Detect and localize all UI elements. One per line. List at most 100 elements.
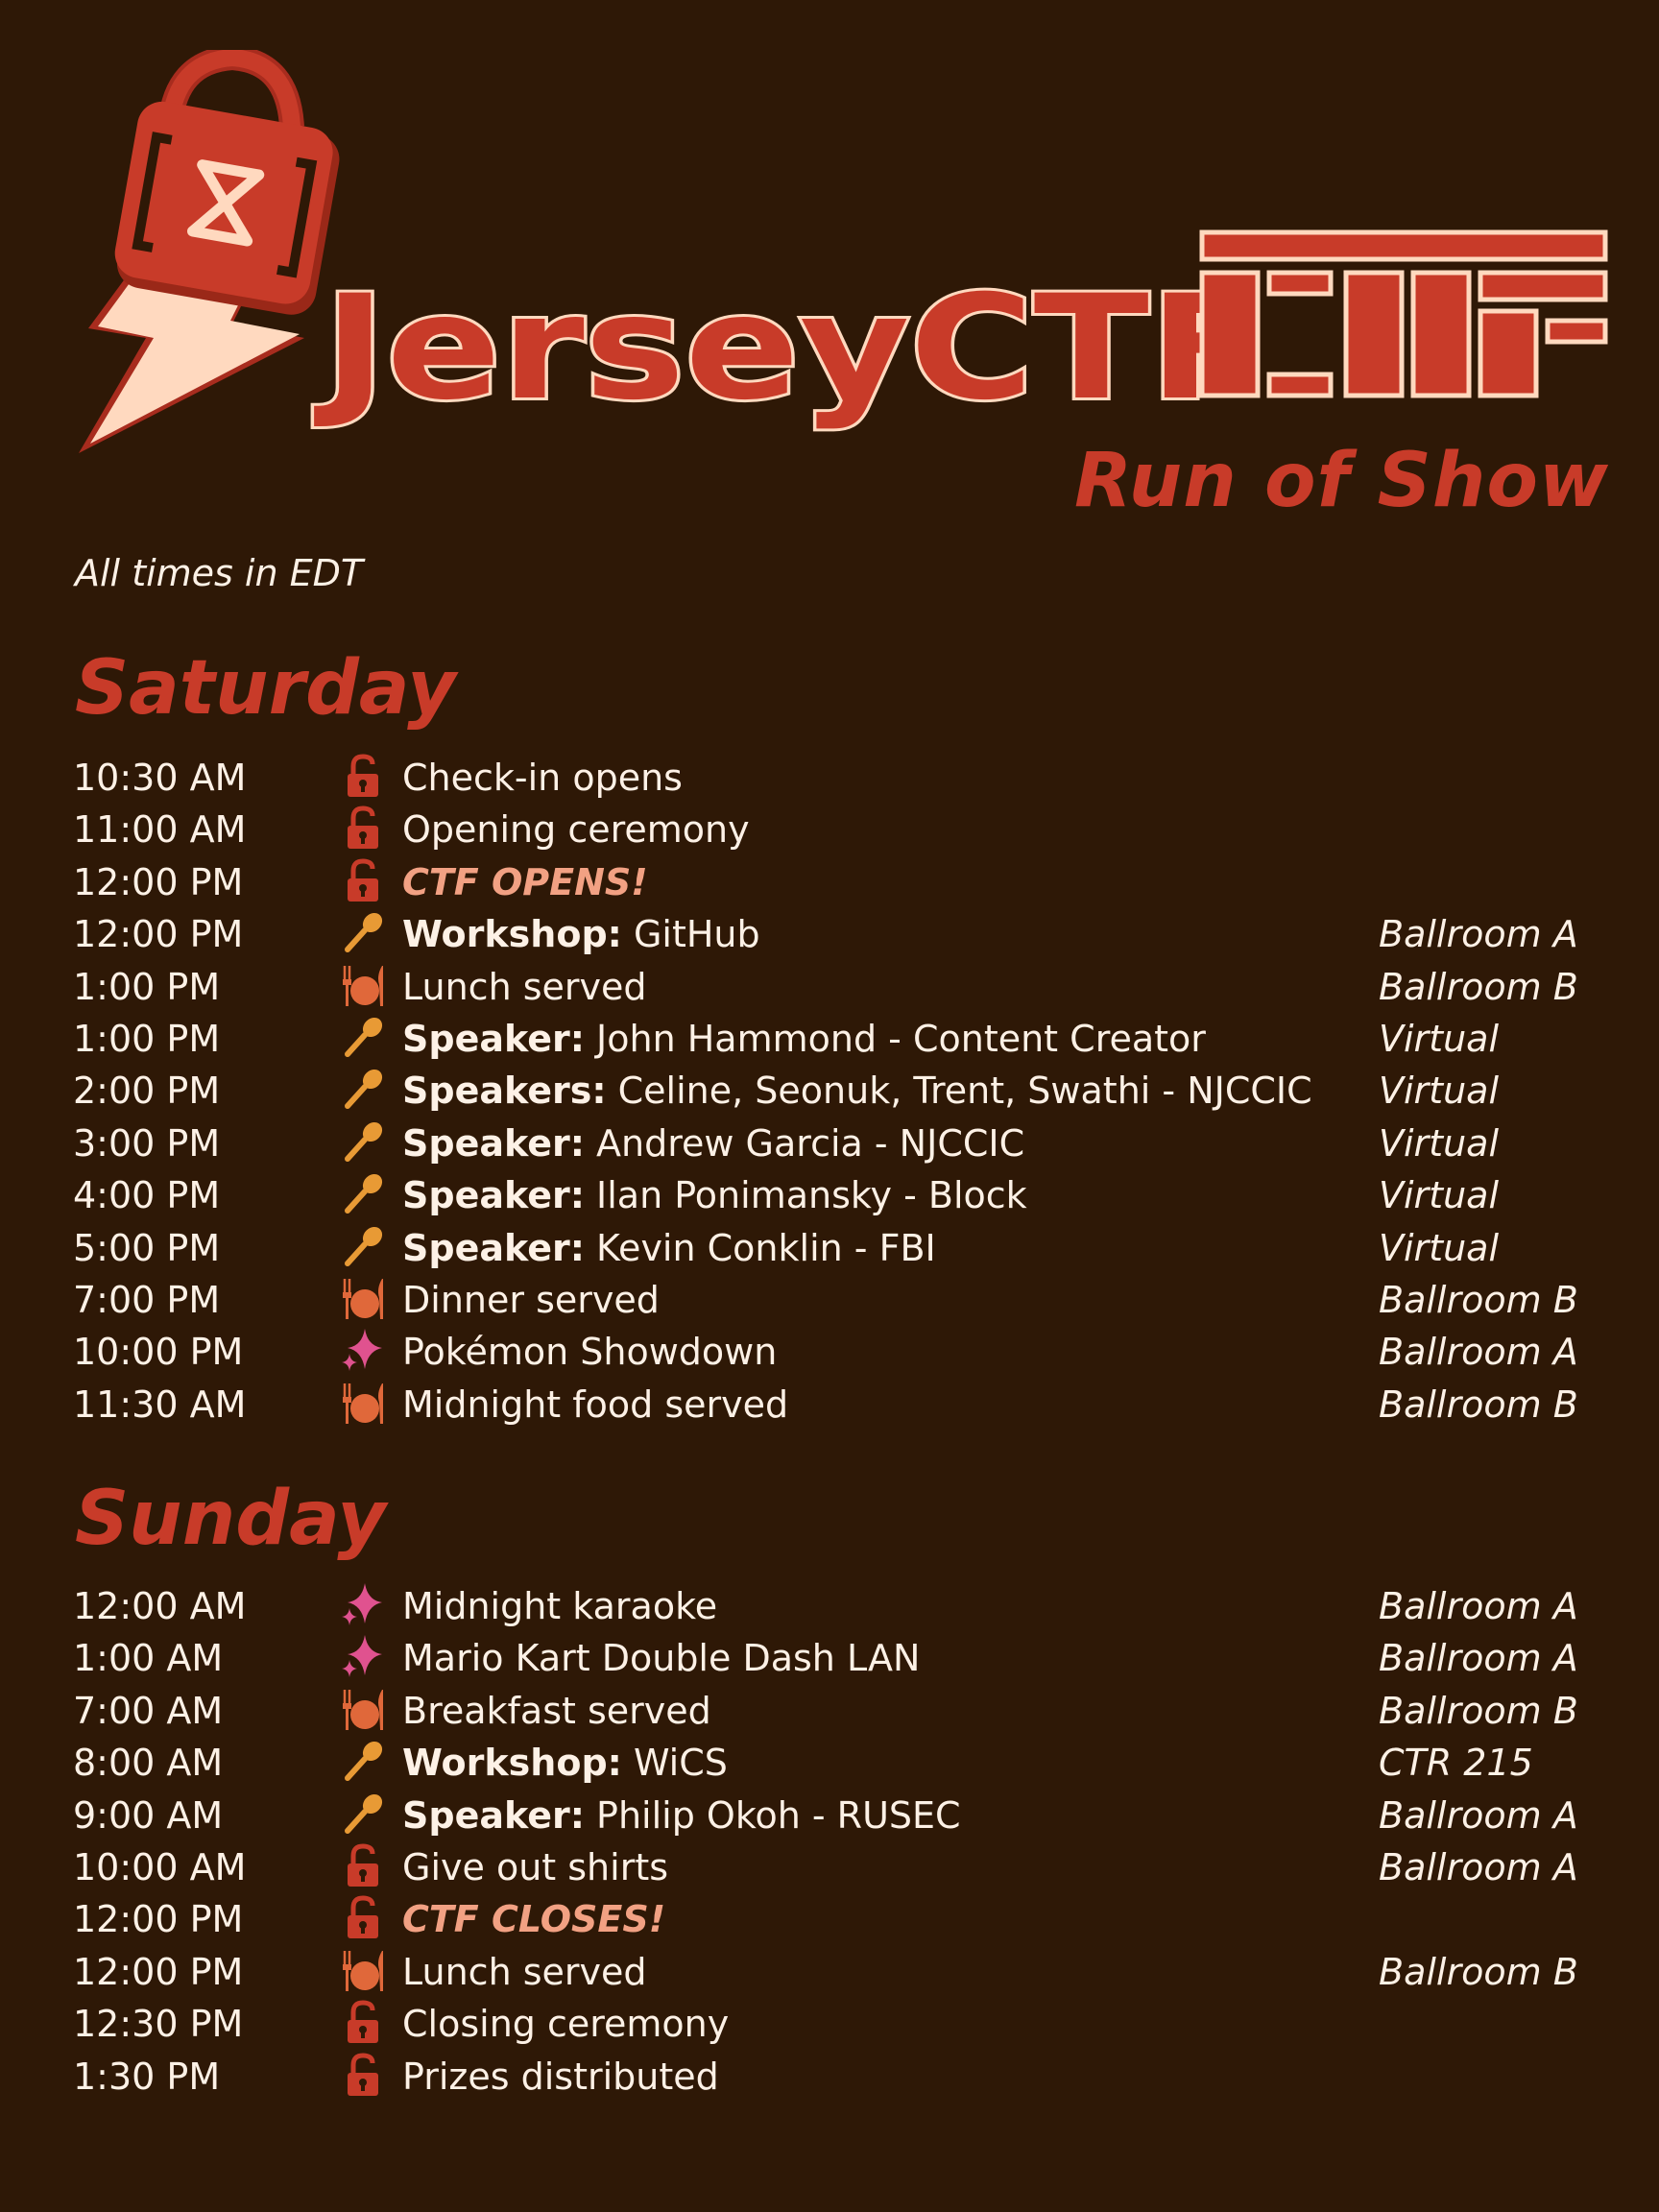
event-title: Prizes distributed: [402, 2055, 719, 2098]
event-location: Ballroom A: [1379, 1793, 1578, 1837]
event-description: Dinner served: [402, 1279, 660, 1321]
event-description: Lunch served: [402, 1951, 647, 1993]
event-title: Opening ceremony: [402, 808, 750, 852]
event-type-label: Speaker:: [402, 1174, 585, 1217]
event-title: Midnight karaoke: [402, 1585, 718, 1627]
event-time: 12:00 PM: [73, 1898, 244, 1941]
event-type-label: Workshop:: [402, 1742, 622, 1785]
day-heading-sunday: Sunday: [75, 1476, 387, 1562]
schedule-row: 10:30 AM Check-in opens: [0, 751, 1659, 803]
event-time: 11:30 AM: [73, 1382, 247, 1426]
schedule-row: 12:30 PM Closing ceremony: [0, 1997, 1659, 2049]
lock-icon: [340, 1999, 386, 2045]
event-description: Midnight karaoke: [402, 1585, 717, 1627]
schedule-row: 11:30 AM Midnight food served Ballroom B: [0, 1378, 1659, 1430]
schedule-row: 9:00 AM Speaker: Philip Okoh - RUSEC Ballr…: [0, 1789, 1659, 1840]
schedule-row: 1:00 PM Speaker: John Hammond - Content C…: [0, 1012, 1659, 1064]
event-time: 11:00 AM: [73, 808, 247, 852]
event-title: Pokémon Showdown: [402, 1331, 778, 1374]
event-title: CTF OPENS!: [402, 860, 648, 903]
event-description: CTF OPENS!: [402, 861, 648, 903]
event-location: Ballroom A: [1379, 1331, 1578, 1374]
event-description: Mario Kart Double Dash LAN: [402, 1637, 920, 1679]
logo-wordmark-text: JerseyCTF: [313, 265, 1264, 432]
event-time: 4:00 PM: [73, 1174, 221, 1217]
event-location: Virtual: [1379, 1121, 1500, 1165]
event-location: Ballroom B: [1379, 1382, 1578, 1426]
event-description: Prizes distributed: [402, 2056, 719, 2098]
event-description: Workshop: WiCS: [402, 1742, 728, 1784]
event-time: 7:00 AM: [73, 1689, 224, 1732]
event-time: 1:00 AM: [73, 1637, 224, 1680]
schedule-row: 12:00 PM Workshop: GitHub Ballroom A: [0, 907, 1659, 959]
event-title: John Hammond - Content Creator: [584, 1017, 1206, 1060]
event-time: 1:30 PM: [73, 2055, 221, 2098]
schedule-row: 8:00 AM Workshop: WiCS CTR 215: [0, 1736, 1659, 1788]
event-time: 9:00 AM: [73, 1793, 224, 1837]
event-location: Virtual: [1379, 1017, 1500, 1060]
schedule-row: 11:00 AM Opening ceremony: [0, 803, 1659, 854]
schedule-row: 10:00 PM Pokémon Showdown Ballroom A: [0, 1325, 1659, 1377]
event-title: Breakfast served: [402, 1689, 711, 1732]
schedule-row: 12:00 PM CTF CLOSES!: [0, 1892, 1659, 1944]
event-time: 12:00 PM: [73, 860, 244, 903]
schedule-row: 4:00 PM Speaker: Ilan Ponimansky - Block V…: [0, 1168, 1659, 1220]
event-type-label: Speaker:: [402, 1793, 585, 1837]
event-description: Speaker: Kevin Conklin - FBI: [402, 1227, 936, 1269]
event-title: Kevin Conklin - FBI: [584, 1226, 936, 1269]
microphone-icon: [340, 1791, 386, 1837]
event-location: Ballroom B: [1379, 1278, 1578, 1321]
lock-icon: [340, 1842, 386, 1888]
lock-icon: [340, 753, 386, 799]
microphone-icon: [340, 1170, 386, 1216]
schedule-row: 1:00 PM Lunch served Ballroom B: [0, 960, 1659, 1012]
event-time: 5:00 PM: [73, 1226, 221, 1269]
event-time: 10:00 PM: [73, 1331, 244, 1374]
schedule-row: 12:00 PM CTF OPENS!: [0, 855, 1659, 907]
event-title: Andrew Garcia - NJCCIC: [584, 1121, 1025, 1165]
event-location: Virtual: [1379, 1226, 1500, 1269]
event-location: Ballroom A: [1379, 913, 1578, 956]
day-heading-saturday: Saturday: [75, 645, 457, 732]
event-location: Ballroom B: [1379, 1689, 1578, 1732]
meal-icon: [340, 1686, 386, 1732]
event-location: Ballroom B: [1379, 1950, 1578, 1993]
event-description: CTF CLOSES!: [402, 1898, 665, 1940]
event-location: Ballroom A: [1379, 1585, 1578, 1627]
event-time: 2:00 PM: [73, 1070, 221, 1113]
schedule-row: 10:00 AM Give out shirts Ballroom A: [0, 1840, 1659, 1892]
event-time: 12:00 AM: [73, 1585, 247, 1627]
event-location: Ballroom B: [1379, 965, 1578, 1008]
event-title: Lunch served: [402, 1950, 647, 1993]
event-type-label: Speaker:: [402, 1121, 585, 1165]
lock-icon: [340, 857, 386, 903]
event-title: Mario Kart Double Dash LAN: [402, 1637, 921, 1680]
sparkle-icon: [340, 1327, 386, 1373]
event-title: Midnight food served: [402, 1382, 789, 1426]
event-time: 1:00 PM: [73, 1017, 221, 1060]
event-title: GitHub: [621, 913, 760, 956]
event-description: Speaker: Philip Okoh - RUSEC: [402, 1794, 961, 1837]
event-description: Workshop: GitHub: [402, 913, 760, 955]
microphone-icon: [340, 1223, 386, 1269]
lock-icon: [340, 805, 386, 851]
event-description: Speaker: Andrew Garcia - NJCCIC: [402, 1122, 1024, 1165]
sparkle-icon: [340, 1633, 386, 1679]
microphone-icon: [340, 1118, 386, 1165]
event-description: Speaker: Ilan Ponimansky - Block: [402, 1174, 1027, 1216]
event-title: Check-in opens: [402, 757, 683, 799]
event-description: Midnight food served: [402, 1383, 788, 1426]
meal-icon: [340, 962, 386, 1008]
schedule-row: 12:00 AM Midnight karaoke Ballroom A: [0, 1579, 1659, 1631]
lock-icon: [340, 2052, 386, 2098]
lock-icon: [340, 1894, 386, 1940]
event-title: CTF CLOSES!: [402, 1898, 666, 1941]
meal-icon: [340, 1275, 386, 1321]
page-subtitle: Run of Show: [1073, 438, 1609, 524]
schedule-row: 7:00 PM Dinner served Ballroom B: [0, 1273, 1659, 1325]
schedule-row: 1:30 PM Prizes distributed: [0, 2050, 1659, 2102]
event-title: WiCS: [621, 1742, 728, 1785]
sunday-schedule: 12:00 AM Midnight karaoke Ballroom A 1:00 A…: [0, 1579, 1659, 2102]
event-title: Lunch served: [402, 965, 647, 1008]
schedule-row: 12:00 PM Lunch served Ballroom B: [0, 1945, 1659, 1997]
